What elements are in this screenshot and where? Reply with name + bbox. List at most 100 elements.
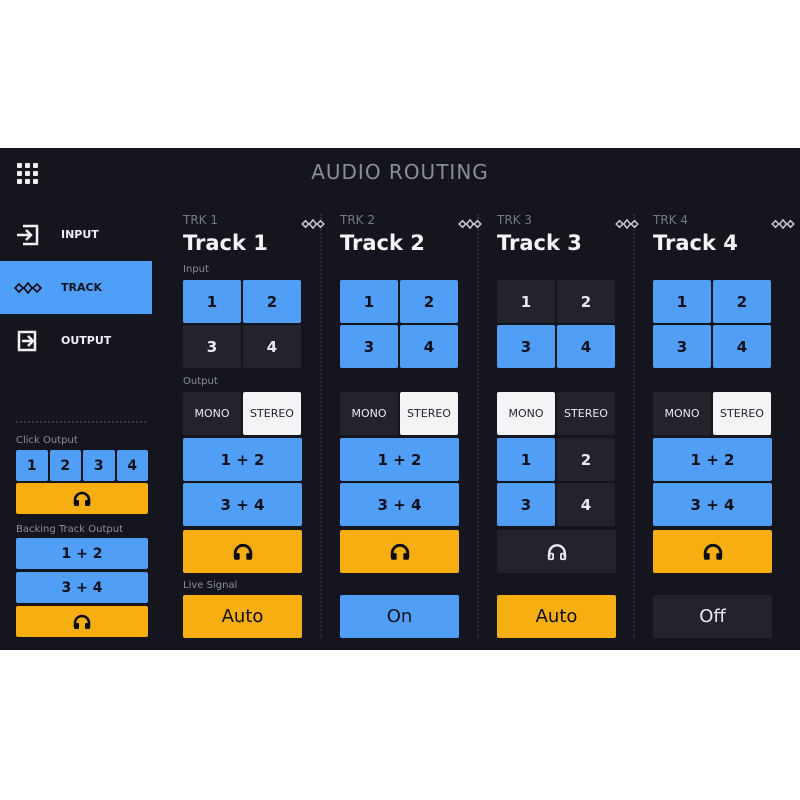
click-output-label: Click Output [16, 435, 78, 446]
output-label: Output [183, 376, 218, 387]
input-channel-4[interactable]: 4 [400, 325, 458, 368]
track-icon-button[interactable] [301, 214, 325, 233]
input-channel-4[interactable]: 4 [713, 325, 771, 368]
stereo-button[interactable]: STEREO [400, 392, 458, 435]
input-selector: 1234 [183, 280, 302, 368]
sidebar-item-track[interactable]: TRACK [0, 261, 152, 314]
mono-button[interactable]: MONO [497, 392, 555, 435]
output-pair-1[interactable]: 1 + 2 [340, 438, 459, 481]
track-name: Track 2 [340, 231, 425, 255]
input-channel-3[interactable]: 3 [340, 325, 398, 368]
track-name: Track 4 [653, 231, 738, 255]
sidebar-divider [16, 421, 146, 423]
output-pair-2[interactable]: 3 + 4 [183, 483, 302, 526]
headphones-icon [703, 543, 722, 560]
output-mode-toggle: MONO STEREO [183, 392, 302, 435]
live-signal-control: On [340, 595, 459, 638]
input-channel-4[interactable]: 4 [243, 325, 301, 368]
output-selector: 1234 [497, 438, 616, 526]
headphones-icon [233, 543, 252, 560]
click-headphones-button[interactable] [16, 483, 148, 514]
input-channel-1[interactable]: 1 [653, 280, 711, 323]
column-divider [477, 214, 479, 638]
output-channel-1[interactable]: 1 [497, 438, 555, 481]
track-icon-button[interactable] [771, 214, 795, 233]
live-signal-control: Auto [183, 595, 302, 638]
click-output-channel-2[interactable]: 2 [49, 450, 81, 481]
mono-button[interactable]: MONO [653, 392, 711, 435]
backing-output-3-4-button[interactable]: 3 + 4 [16, 572, 148, 603]
mono-button[interactable]: MONO [340, 392, 398, 435]
input-channel-2[interactable]: 2 [557, 280, 615, 323]
output-pair-1[interactable]: 1 + 2 [653, 438, 772, 481]
headphones-icon [547, 543, 566, 560]
backing-track-output-label: Backing Track Output [16, 524, 124, 535]
output-pair-2[interactable]: 3 + 4 [653, 483, 772, 526]
headphones-button[interactable] [340, 530, 459, 573]
input-selector: 1234 [653, 280, 772, 368]
track-icon-button[interactable] [615, 214, 639, 233]
input-channel-1[interactable]: 1 [340, 280, 398, 323]
output-selector: 1 + 23 + 4 [183, 438, 302, 528]
audio-routing-app: AUDIO ROUTING INPUT TRACK OUTPUT Click O… [0, 148, 800, 650]
track-icon-button[interactable] [458, 214, 482, 233]
column-divider [320, 214, 322, 638]
live-signal-button[interactable]: Off [653, 595, 772, 638]
output-channel-2[interactable]: 2 [557, 438, 615, 481]
input-channel-3[interactable]: 3 [497, 325, 555, 368]
headphones-icon [73, 614, 91, 629]
headphones-button[interactable] [497, 530, 616, 573]
input-channel-3[interactable]: 3 [653, 325, 711, 368]
input-selector: 1234 [497, 280, 616, 368]
output-mode-toggle: MONO STEREO [340, 392, 459, 435]
track-id: TRK 1 [183, 213, 218, 227]
output-channel-4[interactable]: 4 [557, 483, 615, 526]
output-selector: 1 + 23 + 4 [653, 438, 772, 528]
live-signal-control: Off [653, 595, 772, 638]
input-channel-4[interactable]: 4 [557, 325, 615, 368]
stereo-button[interactable]: STEREO [713, 392, 771, 435]
input-channel-2[interactable]: 2 [400, 280, 458, 323]
click-output-group: 1 2 3 4 [16, 450, 148, 514]
track-id: TRK 2 [340, 213, 375, 227]
output-mode-toggle: MONO STEREO [653, 392, 772, 435]
track-wave-icon [771, 218, 795, 230]
output-channel-3[interactable]: 3 [497, 483, 555, 526]
sidebar-nav: INPUT TRACK OUTPUT [0, 208, 152, 367]
live-signal-label: Live Signal [183, 580, 238, 591]
click-output-channel-3[interactable]: 3 [83, 450, 115, 481]
input-channel-1[interactable]: 1 [497, 280, 555, 323]
sidebar-item-label: OUTPUT [61, 334, 112, 347]
input-selector: 1234 [340, 280, 459, 368]
output-pair-1[interactable]: 1 + 2 [183, 438, 302, 481]
headphones-button[interactable] [183, 530, 302, 573]
live-signal-button[interactable]: Auto [183, 595, 302, 638]
stereo-button[interactable]: STEREO [557, 392, 615, 435]
input-channel-1[interactable]: 1 [183, 280, 241, 323]
input-channel-3[interactable]: 3 [183, 325, 241, 368]
live-signal-button[interactable]: On [340, 595, 459, 638]
sidebar-item-label: TRACK [61, 281, 103, 294]
track-name: Track 1 [183, 231, 268, 255]
sidebar-item-input[interactable]: INPUT [0, 208, 152, 261]
track-name: Track 3 [497, 231, 582, 255]
track-id: TRK 4 [653, 213, 688, 227]
mono-button[interactable]: MONO [183, 392, 241, 435]
input-channel-2[interactable]: 2 [713, 280, 771, 323]
input-channel-2[interactable]: 2 [243, 280, 301, 323]
output-mode-toggle: MONO STEREO [497, 392, 616, 435]
sidebar-item-output[interactable]: OUTPUT [0, 314, 152, 367]
live-signal-button[interactable]: Auto [497, 595, 616, 638]
headphones-button[interactable] [653, 530, 772, 573]
click-output-channel-1[interactable]: 1 [16, 450, 48, 481]
backing-track-output-group: 1 + 2 3 + 4 [16, 538, 148, 637]
output-pair-2[interactable]: 3 + 4 [340, 483, 459, 526]
track-id: TRK 3 [497, 213, 532, 227]
backing-headphones-button[interactable] [16, 606, 148, 637]
backing-output-1-2-button[interactable]: 1 + 2 [16, 538, 148, 569]
stereo-button[interactable]: STEREO [243, 392, 301, 435]
output-selector: 1 + 23 + 4 [340, 438, 459, 528]
output-arrow-icon [14, 330, 42, 352]
click-output-channel-4[interactable]: 4 [116, 450, 148, 481]
page-title: AUDIO ROUTING [311, 160, 489, 184]
